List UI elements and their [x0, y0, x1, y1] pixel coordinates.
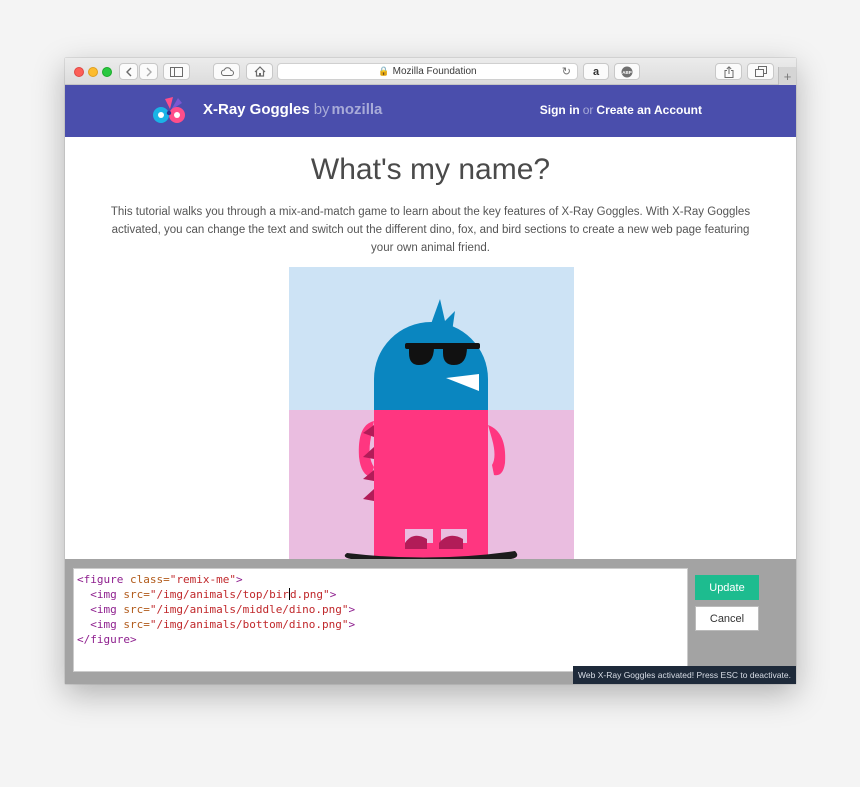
sign-in-link[interactable]: Sign in — [540, 103, 580, 117]
chevron-right-icon — [146, 67, 152, 76]
xray-goggles-logo-icon[interactable] — [151, 96, 189, 126]
home-icon — [254, 66, 265, 77]
code-line-1: <figure class="remix-me"> — [77, 573, 243, 586]
adblock-extension-button[interactable]: ABP — [614, 63, 640, 80]
page-title: What's my name? — [310, 153, 551, 186]
tabs-icon — [754, 66, 767, 77]
show-tabs-button[interactable] — [747, 63, 774, 80]
plus-icon: + — [783, 68, 792, 84]
share-icon — [724, 65, 733, 78]
amazon-extension-button[interactable]: a — [583, 63, 609, 80]
chevron-left-icon — [125, 67, 131, 76]
update-button[interactable]: Update — [695, 575, 759, 600]
back-button[interactable] — [119, 63, 138, 80]
icloud-tabs-button[interactable] — [213, 63, 240, 80]
reload-icon[interactable]: ↻ — [562, 65, 571, 78]
html-code-editor[interactable]: <figure class="remix-me"> <img src="/img… — [73, 568, 688, 672]
close-window-button[interactable] — [74, 67, 84, 77]
cloud-icon — [220, 67, 234, 76]
remix-figure[interactable] — [289, 267, 574, 562]
lock-icon: 🔒 — [378, 66, 390, 76]
home-button[interactable] — [246, 63, 273, 80]
browser-toolbar: 🔒 Mozilla Foundation ↻ a ABP + — [65, 58, 796, 85]
sidebar-button[interactable] — [163, 63, 190, 80]
maximize-window-button[interactable] — [102, 67, 112, 77]
create-account-link[interactable]: Create an Account — [596, 103, 702, 117]
or-text: or — [582, 103, 594, 117]
code-line-2: <img src="/img/animals/top/bird.png"> — [77, 588, 337, 601]
share-button[interactable] — [715, 63, 742, 80]
xray-status-message: Web X-Ray Goggles activated! Press ESC t… — [573, 666, 796, 684]
xray-panel: <figure class="remix-me"> <img src="/img… — [65, 559, 796, 684]
code-line-3: <img src="/img/animals/middle/dino.png"> — [77, 603, 356, 616]
browser-window: 🔒 Mozilla Foundation ↻ a ABP + X-Ray Gog… — [65, 58, 796, 684]
minimize-window-button[interactable] — [88, 67, 98, 77]
amazon-icon: a — [592, 65, 600, 78]
address-bar[interactable]: 🔒 Mozilla Foundation ↻ — [277, 63, 578, 80]
brand-org: mozilla — [331, 101, 383, 118]
animal-illustration — [289, 267, 574, 562]
sidebar-icon — [170, 66, 183, 77]
auth-links: Sign in or Create an Account — [540, 103, 702, 117]
intro-paragraph: This tutorial walks you through a mix-an… — [110, 206, 751, 254]
new-tab-button[interactable]: + — [778, 67, 796, 85]
brand-name: X-Ray Goggles — [203, 101, 310, 118]
site-header: X-Ray Goggles by mozilla Sign in or Create a… — [65, 85, 796, 137]
address-text: Mozilla Foundation — [392, 66, 477, 77]
code-line-4: <img src="/img/animals/bottom/dino.png"> — [77, 618, 356, 631]
forward-button[interactable] — [139, 63, 158, 80]
adblock-icon: ABP — [621, 66, 633, 77]
svg-text:ABP: ABP — [622, 70, 632, 75]
brand-by: by — [313, 101, 330, 118]
code-line-5: </figure> — [77, 633, 137, 646]
site-brand[interactable]: X-Ray Goggles by mozilla — [203, 101, 382, 118]
cancel-button[interactable]: Cancel — [695, 606, 759, 631]
